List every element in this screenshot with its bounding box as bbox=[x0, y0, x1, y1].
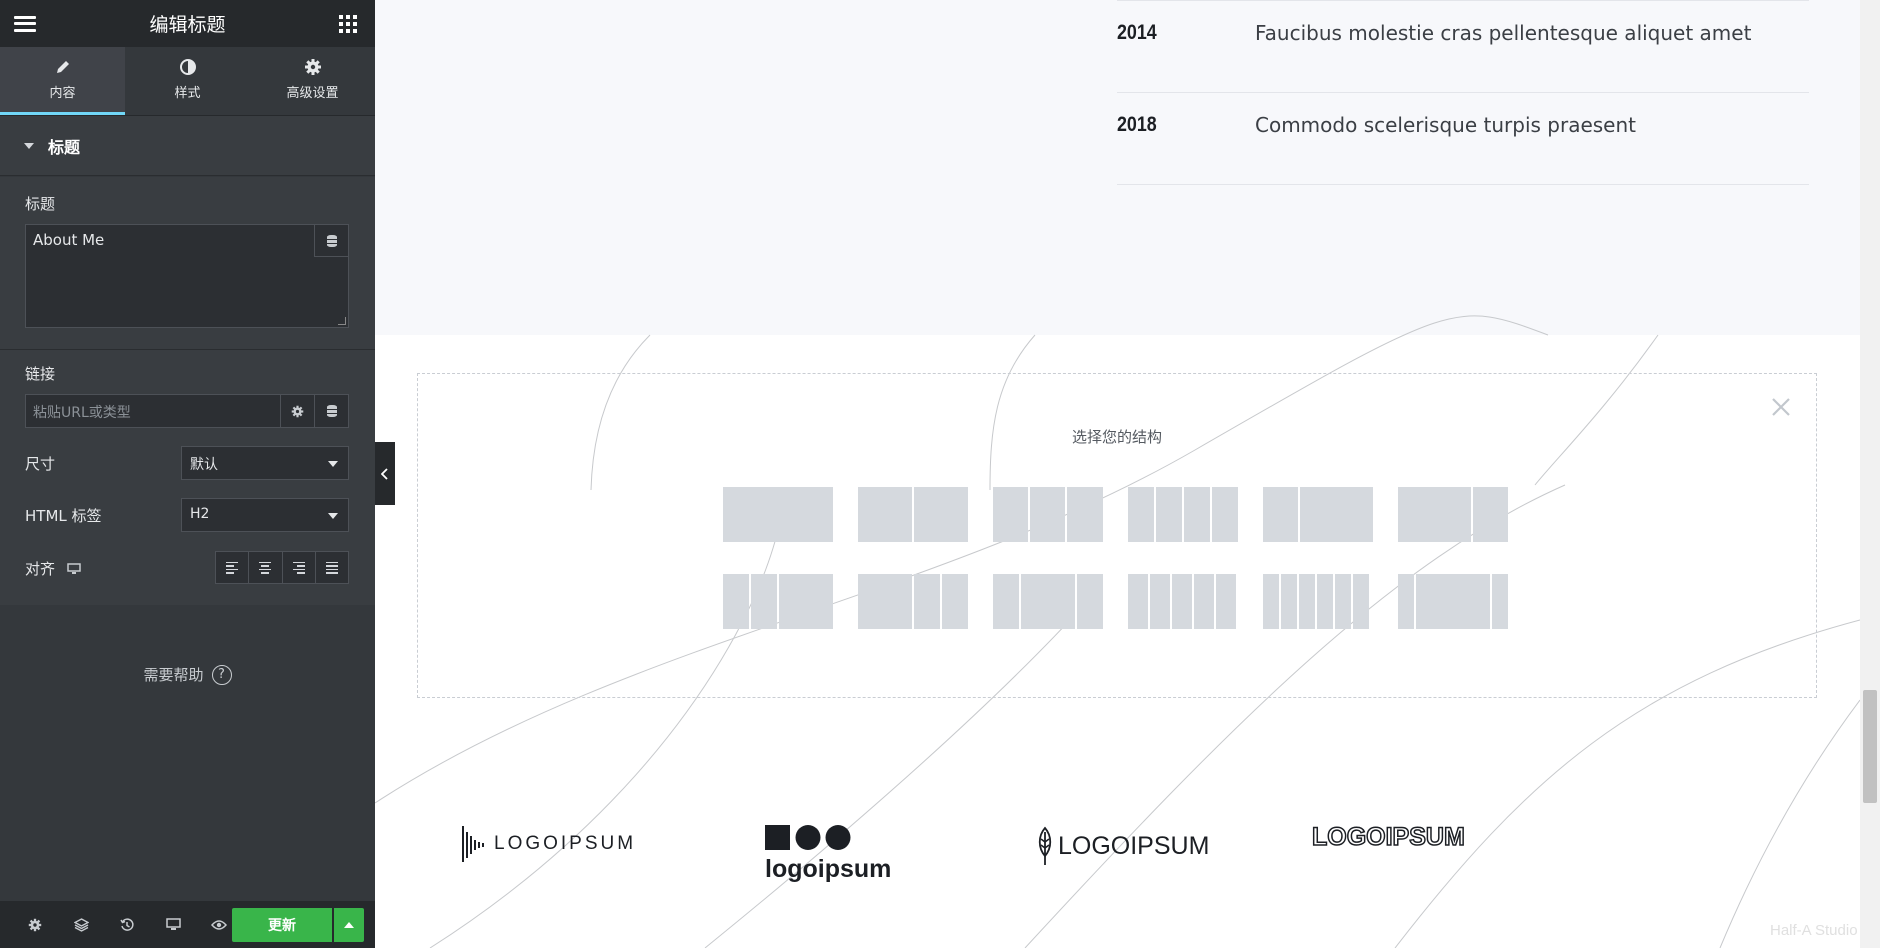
preset-3-col[interactable] bbox=[993, 487, 1103, 542]
panel-tabs: 内容 样式 高级设置 bbox=[0, 47, 375, 116]
dropdown-arrow-icon bbox=[328, 513, 338, 519]
preset-25-50-25[interactable] bbox=[993, 574, 1103, 629]
database-icon bbox=[326, 405, 337, 417]
link-dynamic-button[interactable] bbox=[314, 395, 348, 427]
title-field-label: 标题 bbox=[25, 195, 56, 213]
section-title: 标题 bbox=[48, 137, 81, 157]
update-button[interactable]: 更新 bbox=[232, 908, 332, 942]
database-icon bbox=[326, 234, 337, 247]
preset-2-col[interactable] bbox=[858, 487, 968, 542]
help-link[interactable]: 需要帮助 ? bbox=[0, 664, 375, 685]
tab-content[interactable]: 内容 bbox=[0, 47, 125, 115]
link-options-button[interactable] bbox=[280, 395, 314, 427]
tab-style[interactable]: 样式 bbox=[125, 47, 250, 115]
preset-50-25-25[interactable] bbox=[858, 574, 968, 629]
desktop-icon[interactable] bbox=[67, 562, 81, 575]
layers-icon[interactable] bbox=[58, 917, 104, 932]
structure-picker: 选择您的结构 bbox=[417, 373, 1817, 698]
preset-6-col[interactable] bbox=[1263, 574, 1373, 629]
gear-icon bbox=[291, 405, 304, 417]
align-justify-button[interactable] bbox=[316, 552, 348, 583]
watermark: Half-A Studio bbox=[1770, 922, 1858, 939]
feather-logo-icon bbox=[1038, 826, 1052, 865]
title-textarea-value: About Me bbox=[33, 231, 105, 249]
preset-1-col[interactable] bbox=[723, 487, 833, 542]
caret-up-icon bbox=[344, 922, 354, 928]
logo-3: LOGOIPSUM bbox=[1037, 826, 1209, 866]
section-toggle-title[interactable]: 标题 bbox=[0, 116, 375, 176]
editor-panel: 编辑标题 内容 样式 高级设置 标题 标题 About Me 链接 粘贴URL或… bbox=[0, 0, 375, 948]
structure-picker-title: 选择您的结构 bbox=[1071, 428, 1162, 446]
link-input-placeholder: 粘贴URL或类型 bbox=[33, 405, 131, 421]
page-scrollbar[interactable] bbox=[1860, 0, 1880, 948]
link-field-label: 链接 bbox=[25, 365, 56, 383]
dropdown-arrow-icon bbox=[328, 461, 338, 467]
structure-presets bbox=[723, 487, 1508, 629]
logo-4: LOGOIPSUM bbox=[1311, 822, 1465, 852]
responsive-icon[interactable] bbox=[150, 918, 196, 931]
logo-2-text: logoipsum bbox=[765, 855, 892, 883]
link-input[interactable]: 粘贴URL或类型 bbox=[25, 394, 349, 428]
dynamic-tags-button[interactable] bbox=[314, 225, 348, 257]
logo-1: LOGOIPSUM bbox=[462, 826, 636, 862]
menu-icon[interactable] bbox=[14, 15, 36, 32]
panel-title: 编辑标题 bbox=[149, 14, 226, 36]
align-label: 对齐 bbox=[25, 558, 81, 579]
size-select-value: 默认 bbox=[190, 457, 218, 473]
gear-icon bbox=[304, 59, 321, 75]
caret-down-icon bbox=[24, 142, 34, 149]
align-label-text: 对齐 bbox=[25, 560, 56, 578]
size-label: 尺寸 bbox=[25, 455, 56, 473]
panel-header: 编辑标题 bbox=[0, 0, 375, 47]
preset-66-33[interactable] bbox=[1398, 487, 1508, 542]
align-buttons bbox=[215, 551, 349, 584]
shapes-logo-icon bbox=[765, 825, 851, 850]
history-icon[interactable] bbox=[104, 917, 150, 932]
update-options-button[interactable] bbox=[334, 908, 364, 942]
logo-4-text: LOGOIPSUM bbox=[1311, 822, 1465, 852]
preset-33-66[interactable] bbox=[1263, 487, 1373, 542]
preset-5-col[interactable] bbox=[1128, 574, 1238, 629]
preset-25-25-50[interactable] bbox=[723, 574, 833, 629]
html-tag-select-value: H2 bbox=[190, 506, 210, 522]
scrollbar-thumb[interactable] bbox=[1863, 690, 1877, 803]
close-icon[interactable] bbox=[1770, 396, 1792, 418]
preset-4-col[interactable] bbox=[1128, 487, 1238, 542]
logo-3-text: LOGOIPSUM bbox=[1058, 831, 1210, 860]
preset-16-66-16[interactable] bbox=[1398, 574, 1508, 629]
contrast-icon bbox=[179, 59, 196, 75]
resize-handle[interactable] bbox=[338, 317, 346, 325]
tab-advanced[interactable]: 高级设置 bbox=[250, 47, 375, 115]
help-text: 需要帮助 bbox=[143, 666, 204, 684]
widgets-grid-icon[interactable] bbox=[338, 14, 357, 33]
logo-2: logoipsum bbox=[765, 825, 891, 884]
size-select[interactable]: 默认 bbox=[181, 446, 349, 480]
page-preview: 2014 Faucibus molestie cras pellentesque… bbox=[375, 0, 1860, 948]
logo-1-text: LOGOIPSUM bbox=[494, 833, 637, 854]
align-right-button[interactable] bbox=[283, 552, 316, 583]
tab-content-label: 内容 bbox=[49, 86, 76, 101]
tab-style-label: 样式 bbox=[174, 86, 201, 101]
align-center-button[interactable] bbox=[249, 552, 283, 583]
html-tag-label: HTML 标签 bbox=[25, 507, 102, 525]
html-tag-select[interactable]: H2 bbox=[181, 498, 349, 532]
tab-advanced-label: 高级设置 bbox=[286, 86, 339, 101]
question-icon: ? bbox=[211, 664, 232, 685]
title-textarea[interactable]: About Me bbox=[25, 224, 349, 328]
align-left-button[interactable] bbox=[216, 552, 250, 583]
settings-icon[interactable] bbox=[12, 918, 58, 932]
pencil-icon bbox=[56, 61, 69, 73]
divider bbox=[0, 349, 375, 350]
panel-footer: 更新 bbox=[0, 901, 375, 948]
barcode-logo-icon bbox=[462, 826, 484, 862]
